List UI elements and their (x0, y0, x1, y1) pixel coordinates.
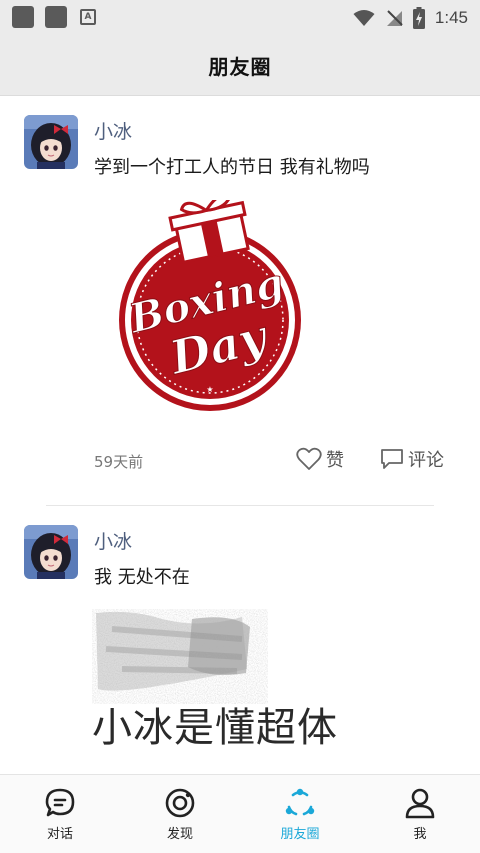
title-bar: 朋友圈 (0, 36, 480, 96)
notification-icon (12, 6, 34, 28)
post-divider (46, 505, 434, 506)
post-text: 学到一个打工人的节日 我有礼物吗 (94, 157, 370, 178)
font-notification-icon: A (80, 9, 96, 25)
post-image[interactable]: 小冰是懂超体 (92, 609, 342, 759)
tab-moments[interactable]: 朋友圈 (240, 775, 360, 853)
like-button[interactable]: 赞 (296, 446, 344, 472)
image-caption: 小冰是懂超体 (92, 705, 338, 751)
tab-chat[interactable]: 对话 (0, 775, 120, 853)
discover-icon (165, 788, 195, 818)
avatar[interactable] (24, 525, 78, 579)
comment-button[interactable]: 评论 (380, 446, 444, 472)
post-author[interactable]: 小冰 (94, 527, 132, 554)
battery-charging-icon (412, 7, 425, 29)
tab-discover[interactable]: 发现 (120, 775, 240, 853)
tab-label: 对话 (46, 827, 73, 842)
tab-me[interactable]: 我 (360, 775, 480, 853)
svg-text:★: ★ (206, 385, 213, 394)
clock: 1:45 (434, 8, 468, 27)
post-timestamp: 59天前 (94, 453, 144, 471)
feed-post: 小冰 学到一个打工人的节日 我有礼物吗 Boxing Day ★ 59天前 赞 … (0, 97, 480, 507)
comment-icon (381, 449, 403, 469)
tab-label: 朋友圈 (280, 827, 320, 842)
comment-label: 评论 (408, 450, 444, 471)
avatar[interactable] (24, 115, 78, 169)
post-text: 我 无处不在 (94, 567, 190, 588)
person-icon (405, 788, 435, 819)
heart-outline-icon (296, 447, 322, 470)
boxing-day-stamp-image: Boxing Day ★ (119, 194, 301, 411)
feed-post: 小冰 我 无处不在 小冰是懂超体 (0, 507, 480, 774)
post-author[interactable]: 小冰 (94, 117, 132, 144)
no-signal-icon (386, 10, 403, 26)
moments-feed[interactable]: 小冰 学到一个打工人的节日 我有礼物吗 Boxing Day ★ 59天前 赞 … (0, 97, 480, 774)
wifi-icon (353, 10, 375, 26)
like-label: 赞 (326, 450, 344, 471)
status-bar: A 1:45 (0, 0, 480, 36)
tab-label: 发现 (166, 827, 193, 842)
moments-icon (285, 788, 315, 816)
bottom-nav: 对话 发现 朋友圈 我 (0, 774, 480, 853)
page-title: 朋友圈 (208, 55, 272, 79)
tab-label: 我 (413, 827, 427, 842)
post-image[interactable]: Boxing Day ★ (104, 194, 316, 412)
notification-icon (45, 6, 67, 28)
chat-bubble-icon (45, 788, 75, 817)
